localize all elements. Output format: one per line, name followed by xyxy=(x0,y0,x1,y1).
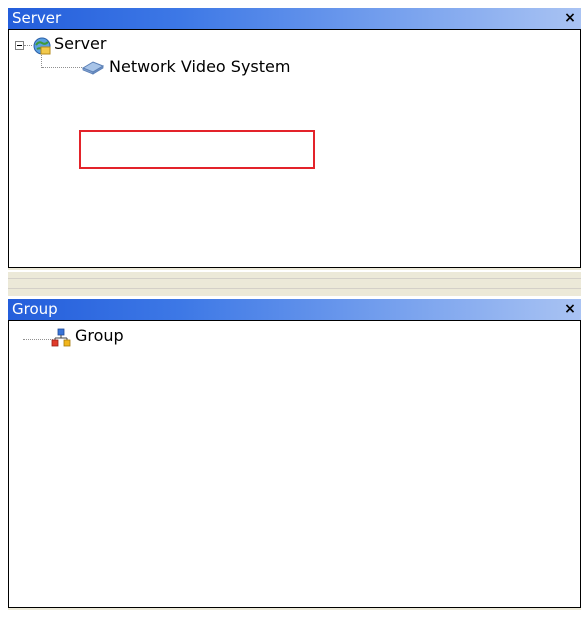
highlight-box xyxy=(79,130,315,169)
server-panel: Server × Server Network Video System xyxy=(8,8,581,270)
tree-connector xyxy=(42,67,82,68)
panel-splitter[interactable] xyxy=(8,272,581,296)
group-tree[interactable]: Group xyxy=(8,320,581,608)
collapse-icon[interactable] xyxy=(15,41,24,50)
server-panel-title: Server xyxy=(12,9,62,27)
group-network-icon xyxy=(51,328,71,347)
group-panel-title: Group xyxy=(12,300,58,318)
tree-connector xyxy=(24,45,32,46)
server-globe-icon xyxy=(33,37,51,55)
group-panel-titlebar[interactable]: Group × xyxy=(8,299,581,320)
tree-connector xyxy=(23,339,53,340)
tree-item-server-label: Server xyxy=(54,34,107,53)
group-panel-close-button[interactable]: × xyxy=(562,301,578,317)
splitter-line xyxy=(8,278,581,279)
server-tree[interactable]: Server Network Video System xyxy=(8,29,581,268)
app-root: Server × Server Network Video System Gro… xyxy=(0,0,585,626)
server-panel-titlebar[interactable]: Server × xyxy=(8,8,581,29)
tree-item-group-label: Group xyxy=(75,326,124,345)
device-icon xyxy=(81,61,105,75)
tree-item-network-video-system-label: Network Video System xyxy=(109,57,291,76)
splitter-line xyxy=(8,288,581,289)
server-panel-close-button[interactable]: × xyxy=(562,10,578,26)
group-panel: Group × Group xyxy=(8,299,581,610)
